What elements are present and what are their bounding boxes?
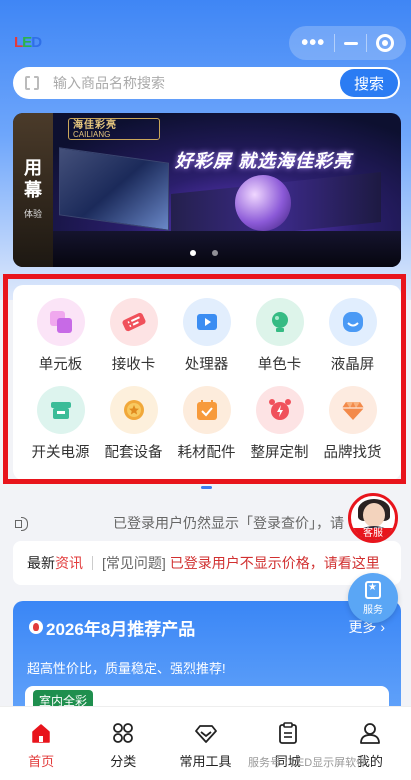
tab-label: 分类 bbox=[110, 754, 137, 769]
news-label-b: 资讯 bbox=[55, 555, 83, 571]
news-headline[interactable]: 已登录用户不显示价格，请看这里 bbox=[170, 553, 380, 573]
store-icon bbox=[36, 386, 85, 434]
pagination-dot-active[interactable] bbox=[190, 250, 196, 256]
category-item-consumables[interactable]: 耗材配件 bbox=[170, 386, 243, 462]
banner-planet bbox=[235, 175, 291, 231]
clipboard-icon bbox=[276, 721, 300, 745]
more-options-icon[interactable]: ••• bbox=[301, 33, 325, 53]
tab-home[interactable]: 首页 bbox=[0, 707, 82, 780]
smiley-icon bbox=[328, 298, 377, 346]
banner-slogan: 好彩屏 就选海佳彩亮 bbox=[175, 151, 353, 171]
category-item-custom-screen[interactable]: 整屏定制 bbox=[243, 386, 316, 462]
service-icon bbox=[365, 580, 381, 599]
category-label: 液晶屏 bbox=[330, 357, 375, 373]
hot-icon bbox=[29, 620, 43, 634]
close-miniprogram-icon[interactable] bbox=[375, 34, 394, 52]
scan-icon[interactable] bbox=[25, 76, 39, 90]
speaker-icon bbox=[15, 517, 31, 531]
coin-star-icon bbox=[109, 386, 158, 434]
service-label: 服务 bbox=[363, 604, 383, 616]
bulb-icon bbox=[255, 298, 304, 346]
minimize-icon[interactable] bbox=[343, 41, 358, 45]
category-grid: 单元板 接收卡 处理器 单色卡 液晶屏 开关电源 配套设备 耗材配件 整屏定制 … bbox=[13, 298, 401, 462]
home-icon bbox=[29, 721, 53, 745]
capsule-divider bbox=[333, 34, 335, 52]
ticket-icon bbox=[109, 298, 158, 346]
calendar-check-icon bbox=[182, 386, 231, 434]
pagination-dot[interactable] bbox=[212, 250, 218, 256]
category-label: 处理器 bbox=[184, 357, 229, 373]
banner-floor bbox=[53, 231, 401, 267]
grid-icon bbox=[111, 721, 135, 745]
tab-category[interactable]: 分类 bbox=[82, 707, 164, 780]
service-button[interactable]: 服务 bbox=[348, 573, 398, 623]
category-item-brand-sourcing[interactable]: 品牌找货 bbox=[316, 386, 389, 462]
tab-tools[interactable]: 常用工具 bbox=[164, 707, 246, 780]
diamond-outline-icon bbox=[194, 721, 218, 745]
category-label: 配套设备 bbox=[104, 445, 163, 461]
category-item-lcd-screen[interactable]: 液晶屏 bbox=[316, 298, 389, 374]
category-item-processor[interactable]: 处理器 bbox=[170, 298, 243, 374]
banner-side-subtext: 体验 bbox=[23, 209, 42, 219]
recommend-section: 2026年8月推荐产品 更多 › 超高性价比，质量稳定、强烈推荐! 室内全彩 bbox=[13, 601, 401, 721]
category-item-unit-board[interactable]: 单元板 bbox=[24, 298, 97, 374]
search-button[interactable]: 搜索 bbox=[340, 69, 398, 97]
category-item-accessories[interactable]: 配套设备 bbox=[97, 386, 170, 462]
banner-brand-en: CAILIANG bbox=[73, 130, 111, 139]
category-item-power-supply[interactable]: 开关电源 bbox=[24, 386, 97, 462]
alarm-clock-icon bbox=[255, 386, 304, 434]
banner-side-text: 用 幕 bbox=[24, 158, 42, 200]
news-category: [常见问题] bbox=[102, 555, 166, 571]
banner-led-wall bbox=[59, 147, 169, 231]
news-divider bbox=[92, 556, 93, 570]
news-label-a: 最新 bbox=[27, 555, 55, 571]
category-label: 整屏定制 bbox=[250, 445, 309, 461]
customer-service-button[interactable]: 客服 bbox=[348, 493, 398, 543]
notice-bar[interactable]: 已登录用户仍然显示「登录查价」，请 bbox=[13, 510, 401, 536]
watermark-text: 服务号 · LED显示屏软件 bbox=[248, 757, 368, 769]
promo-banner[interactable]: 用 幕 体验 海佳彩亮 CAILIANG 好彩屏 就选海佳彩亮 bbox=[13, 113, 401, 267]
capsule-divider bbox=[366, 34, 368, 52]
tab-label: 首页 bbox=[28, 754, 55, 769]
notice-text: 已登录用户仍然显示「登录查价」，请 bbox=[113, 515, 344, 531]
category-label: 开关电源 bbox=[31, 445, 90, 461]
category-item-mono-card[interactable]: 单色卡 bbox=[243, 298, 316, 374]
category-label: 接收卡 bbox=[111, 357, 156, 373]
diamond-icon bbox=[328, 386, 377, 434]
banner-pagination bbox=[190, 250, 218, 256]
banner-brand-logo: 海佳彩亮 CAILIANG bbox=[68, 118, 160, 140]
tab-label: 常用工具 bbox=[179, 754, 232, 769]
category-label: 耗材配件 bbox=[177, 445, 236, 461]
category-label: 品牌找货 bbox=[323, 445, 382, 461]
banner-brand-cn: 海佳彩亮 bbox=[73, 120, 117, 131]
category-label: 单元板 bbox=[38, 357, 83, 373]
category-page-indicator bbox=[201, 486, 212, 489]
category-item-receiver-card[interactable]: 接收卡 bbox=[97, 298, 170, 374]
search-input[interactable] bbox=[53, 75, 340, 91]
search-bar: 搜索 bbox=[13, 67, 400, 99]
news-bar[interactable]: 最新 资讯 [常见问题] 已登录用户不显示价格，请看这里 bbox=[13, 541, 401, 585]
video-icon bbox=[182, 298, 231, 346]
customer-service-label: 客服 bbox=[351, 528, 395, 540]
user-icon bbox=[358, 721, 382, 745]
avatar-face bbox=[363, 503, 385, 527]
recommend-title: 2026年8月推荐产品 bbox=[46, 620, 196, 639]
app-logo: LED bbox=[14, 34, 42, 51]
recommend-subtitle: 超高性价比，质量稳定、强烈推荐! bbox=[27, 661, 226, 676]
category-label: 单色卡 bbox=[257, 357, 302, 373]
miniprogram-capsule: ••• bbox=[289, 26, 406, 60]
cube-icon bbox=[36, 298, 85, 346]
